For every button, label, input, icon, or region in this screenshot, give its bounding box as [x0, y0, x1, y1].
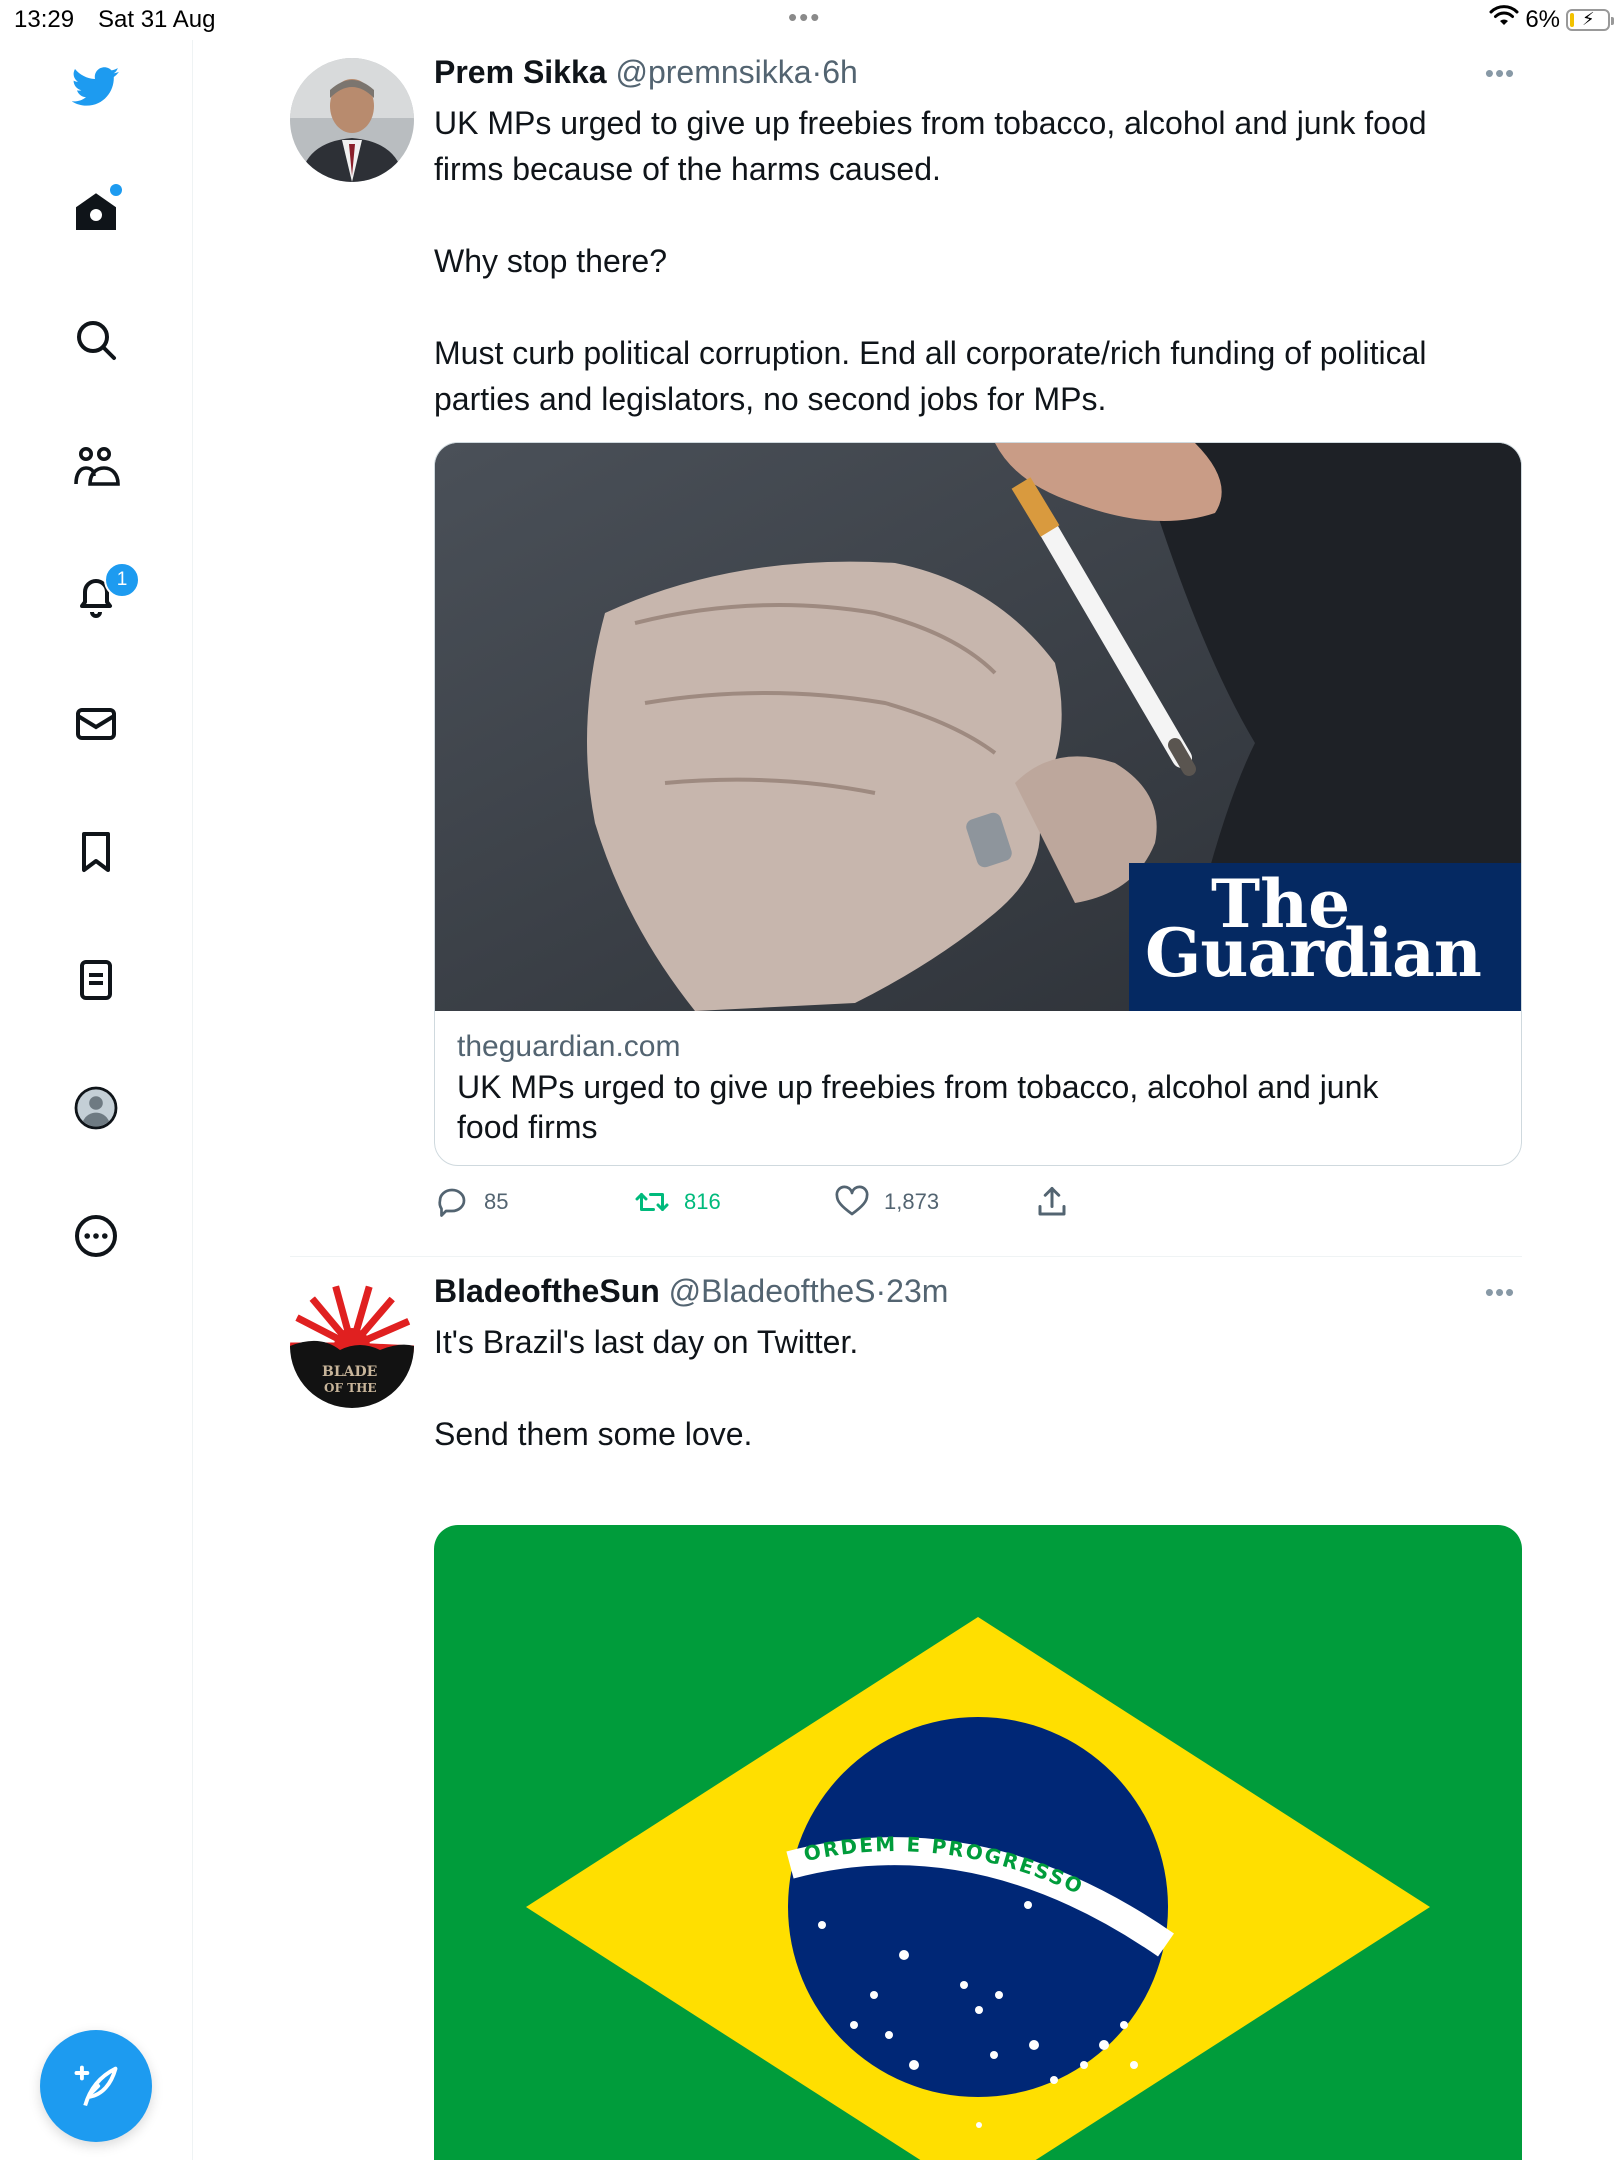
status-time: 13:29: [14, 6, 75, 33]
status-date: Sat 31 Aug: [98, 6, 216, 33]
guardian-logo: The Guardian: [1129, 863, 1521, 1011]
avatar-text-line2: OF THE: [324, 1381, 377, 1395]
tweet[interactable]: Prem Sikka @premnsikka·6h ••• UK MPs urg…: [290, 40, 1524, 1256]
share-icon: [1038, 1187, 1066, 1216]
twitter-logo-icon[interactable]: [60, 50, 132, 122]
author-handle[interactable]: @BladeoftheS: [669, 1273, 876, 1309]
avatar-text-line1: BLADE: [322, 1364, 377, 1380]
avatar[interactable]: BLADE OF THE: [290, 1284, 414, 1408]
battery-percent: 6%: [1525, 5, 1560, 33]
like-count: 1,873: [884, 1189, 940, 1214]
tweet-header: BladeoftheSun @BladeoftheS·23m: [434, 1273, 948, 1310]
profile-icon[interactable]: [60, 1072, 132, 1144]
like-button[interactable]: 1,873: [834, 1184, 939, 1220]
tweet-image-brazil-flag[interactable]: ORDEM E PROGRESSO: [434, 1525, 1522, 2160]
retweet-button[interactable]: 816: [634, 1184, 721, 1220]
reply-count: 85: [484, 1189, 509, 1214]
reply-button[interactable]: 85: [434, 1184, 508, 1220]
ipad-screen: 13:29 Sat 31 Aug ••• 6% ⚡ 1 Prem Sikka @…: [0, 0, 1620, 2160]
sidebar-nav: 1: [0, 40, 193, 2160]
status-bar: 13:29 Sat 31 Aug ••• 6% ⚡: [0, 0, 1620, 40]
link-card[interactable]: The Guardian theguardian.com UK MPs urge…: [434, 442, 1522, 1166]
author-name[interactable]: Prem Sikka: [434, 54, 607, 90]
card-image: The Guardian: [435, 443, 1521, 1011]
heart-icon: [835, 1185, 869, 1216]
card-meta: theguardian.com UK MPs urged to give up …: [435, 1011, 1521, 1161]
share-button[interactable]: [1034, 1184, 1070, 1220]
retweet-count: 816: [684, 1189, 721, 1214]
search-icon[interactable]: [60, 304, 132, 376]
multitasking-dots[interactable]: •••: [788, 2, 821, 33]
communities-icon[interactable]: [60, 432, 132, 504]
tweet-actions: 85 816 1,873: [434, 1184, 1094, 1228]
bookmarks-icon[interactable]: [60, 816, 132, 888]
tweet-more-button[interactable]: •••: [1476, 58, 1524, 88]
tweet-text: UK MPs urged to give up freebies from to…: [434, 105, 1427, 417]
avatar[interactable]: [290, 58, 414, 182]
author-handle[interactable]: @premnsikka: [615, 54, 811, 90]
retweet-icon: [635, 1193, 669, 1211]
home-unread-dot: [110, 184, 122, 196]
wifi-icon: [1489, 4, 1519, 35]
header-separator: ·: [875, 1273, 887, 1309]
card-title: UK MPs urged to give up freebies from to…: [457, 1069, 1379, 1145]
battery-icon: ⚡: [1566, 8, 1614, 31]
tweet-header: Prem Sikka @premnsikka·6h: [434, 54, 858, 91]
messages-icon[interactable]: [60, 688, 132, 760]
tweet-time[interactable]: 6h: [822, 54, 858, 90]
tweet-text: It's Brazil's last day on Twitter. Send …: [434, 1324, 859, 1452]
more-icon[interactable]: [60, 1200, 132, 1272]
tweet[interactable]: BLADE OF THE BladeoftheSun @BladeoftheS·…: [290, 1257, 1524, 2160]
lists-icon[interactable]: [60, 944, 132, 1016]
reply-icon: [438, 1188, 466, 1217]
notifications-icon[interactable]: 1: [60, 560, 140, 632]
card-domain: theguardian.com: [457, 1030, 681, 1063]
author-name[interactable]: BladeoftheSun: [434, 1273, 660, 1309]
header-separator: ·: [811, 54, 823, 90]
tweet-time[interactable]: 23m: [886, 1273, 948, 1309]
compose-icon: [74, 2065, 118, 2107]
tweet-more-button[interactable]: •••: [1476, 1277, 1524, 1307]
status-right: 6% ⚡: [1489, 4, 1614, 35]
notifications-badge: 1: [104, 562, 140, 598]
home-icon[interactable]: [60, 176, 132, 248]
compose-tweet-button[interactable]: [40, 2030, 152, 2142]
